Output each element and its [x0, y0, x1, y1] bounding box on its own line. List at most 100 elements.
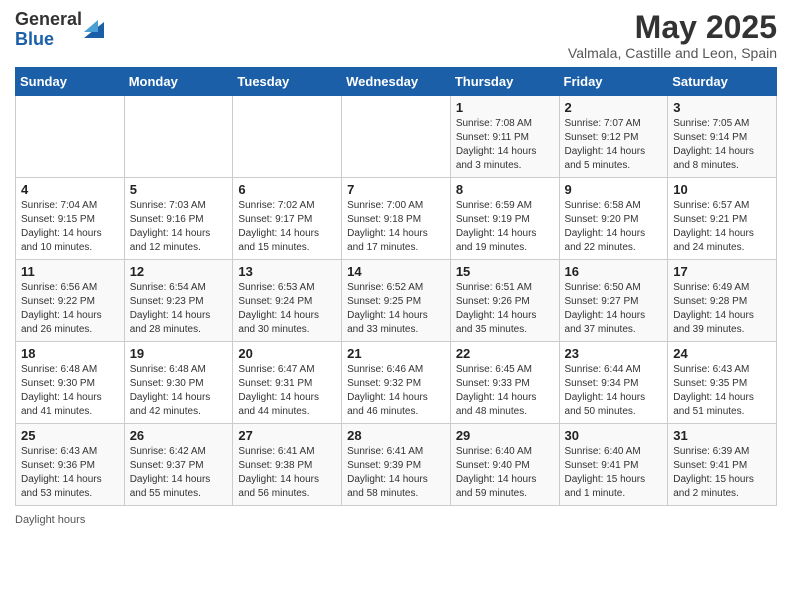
day-number: 2 [565, 100, 663, 115]
calendar-cell: 4 Sunrise: 7:04 AMSunset: 9:15 PMDaylight… [16, 178, 125, 260]
day-info: Sunrise: 6:45 AMSunset: 9:33 PMDaylight:… [456, 363, 554, 419]
calendar-cell: 21 Sunrise: 6:46 AMSunset: 9:32 PMDayligh… [342, 342, 451, 424]
day-number: 17 [673, 264, 771, 279]
day-info: Sunrise: 6:51 AMSunset: 9:26 PMDaylight:… [456, 281, 554, 337]
calendar-cell: 29 Sunrise: 6:40 AMSunset: 9:40 PMDayligh… [450, 424, 559, 506]
weekday-header-thursday: Thursday [450, 68, 559, 96]
calendar-cell: 11Sunrise: 6:56 AMSunset: 9:22 PMDayligh… [16, 260, 125, 342]
calendar-week-5: 25 Sunrise: 6:43 AMSunset: 9:36 PMDayligh… [16, 424, 777, 506]
day-info: Sunrise: 6:43 AMSunset: 9:35 PMDaylight:… [673, 363, 771, 419]
daylight-label: Daylight hours [15, 514, 85, 526]
calendar-cell: 19 Sunrise: 6:48 AMSunset: 9:30 PMDayligh… [124, 342, 233, 424]
day-info: Sunrise: 6:46 AMSunset: 9:32 PMDaylight:… [347, 363, 445, 419]
day-info: Sunrise: 6:47 AMSunset: 9:31 PMDaylight:… [238, 363, 336, 419]
day-number: 26 [130, 428, 228, 443]
day-info: Sunrise: 7:07 AMSunset: 9:12 PMDaylight:… [565, 117, 663, 173]
calendar-header-row: SundayMondayTuesdayWednesdayThursdayFrid… [16, 68, 777, 96]
calendar-cell: 17Sunrise: 6:49 AMSunset: 9:28 PMDayligh… [668, 260, 777, 342]
day-info: Sunrise: 7:02 AMSunset: 9:17 PMDaylight:… [238, 199, 336, 255]
calendar-cell: 20 Sunrise: 6:47 AMSunset: 9:31 PMDayligh… [233, 342, 342, 424]
day-number: 19 [130, 346, 228, 361]
day-number: 1 [456, 100, 554, 115]
day-number: 13 [238, 264, 336, 279]
day-number: 31 [673, 428, 771, 443]
day-number: 14 [347, 264, 445, 279]
calendar-cell: 5 Sunrise: 7:03 AMSunset: 9:16 PMDaylight… [124, 178, 233, 260]
calendar-cell: 2 Sunrise: 7:07 AMSunset: 9:12 PMDaylight… [559, 96, 668, 178]
day-number: 18 [21, 346, 119, 361]
day-number: 23 [565, 346, 663, 361]
calendar-week-2: 4 Sunrise: 7:04 AMSunset: 9:15 PMDaylight… [16, 178, 777, 260]
day-number: 8 [456, 182, 554, 197]
day-number: 10 [673, 182, 771, 197]
weekday-header-friday: Friday [559, 68, 668, 96]
calendar-cell: 22Sunrise: 6:45 AMSunset: 9:33 PMDayligh… [450, 342, 559, 424]
day-info: Sunrise: 7:03 AMSunset: 9:16 PMDaylight:… [130, 199, 228, 255]
calendar-cell: 7 Sunrise: 7:00 AMSunset: 9:18 PMDaylight… [342, 178, 451, 260]
calendar-week-4: 18 Sunrise: 6:48 AMSunset: 9:30 PMDayligh… [16, 342, 777, 424]
day-number: 24 [673, 346, 771, 361]
day-number: 4 [21, 182, 119, 197]
day-info: Sunrise: 6:48 AMSunset: 9:30 PMDaylight:… [130, 363, 228, 419]
page-header: General Blue May 2025 Valmala, Castille … [15, 10, 777, 61]
weekday-header-tuesday: Tuesday [233, 68, 342, 96]
day-info: Sunrise: 7:00 AMSunset: 9:18 PMDaylight:… [347, 199, 445, 255]
calendar-cell: 12 Sunrise: 6:54 AMSunset: 9:23 PMDayligh… [124, 260, 233, 342]
calendar-cell: 28 Sunrise: 6:41 AMSunset: 9:39 PMDayligh… [342, 424, 451, 506]
page-container: General Blue May 2025 Valmala, Castille … [0, 0, 792, 541]
location-text: Valmala, Castille and Leon, Spain [568, 45, 777, 61]
logo-icon [84, 14, 104, 38]
day-info: Sunrise: 6:40 AMSunset: 9:41 PMDaylight:… [565, 445, 663, 501]
logo-general-text: General [15, 10, 82, 30]
day-info: Sunrise: 7:05 AMSunset: 9:14 PMDaylight:… [673, 117, 771, 173]
day-number: 3 [673, 100, 771, 115]
day-info: Sunrise: 7:04 AMSunset: 9:15 PMDaylight:… [21, 199, 119, 255]
calendar-cell: 1 Sunrise: 7:08 AMSunset: 9:11 PMDaylight… [450, 96, 559, 178]
day-number: 15 [456, 264, 554, 279]
calendar-cell [16, 96, 125, 178]
title-block: May 2025 Valmala, Castille and Leon, Spa… [568, 10, 777, 61]
calendar-cell: 24 Sunrise: 6:43 AMSunset: 9:35 PMDayligh… [668, 342, 777, 424]
day-info: Sunrise: 6:48 AMSunset: 9:30 PMDaylight:… [21, 363, 119, 419]
day-info: Sunrise: 6:54 AMSunset: 9:23 PMDaylight:… [130, 281, 228, 337]
month-title: May 2025 [568, 10, 777, 45]
day-number: 28 [347, 428, 445, 443]
day-info: Sunrise: 6:59 AMSunset: 9:19 PMDaylight:… [456, 199, 554, 255]
day-info: Sunrise: 6:39 AMSunset: 9:41 PMDaylight:… [673, 445, 771, 501]
day-info: Sunrise: 7:08 AMSunset: 9:11 PMDaylight:… [456, 117, 554, 173]
day-info: Sunrise: 6:43 AMSunset: 9:36 PMDaylight:… [21, 445, 119, 501]
calendar-cell: 15 Sunrise: 6:51 AMSunset: 9:26 PMDayligh… [450, 260, 559, 342]
day-number: 25 [21, 428, 119, 443]
day-number: 6 [238, 182, 336, 197]
day-info: Sunrise: 6:41 AMSunset: 9:39 PMDaylight:… [347, 445, 445, 501]
logo-blue-text: Blue [15, 30, 82, 50]
calendar-cell: 6 Sunrise: 7:02 AMSunset: 9:17 PMDaylight… [233, 178, 342, 260]
calendar-cell [233, 96, 342, 178]
day-number: 27 [238, 428, 336, 443]
weekday-header-saturday: Saturday [668, 68, 777, 96]
logo: General Blue [15, 10, 104, 50]
day-number: 5 [130, 182, 228, 197]
calendar-table: SundayMondayTuesdayWednesdayThursdayFrid… [15, 67, 777, 506]
day-info: Sunrise: 6:44 AMSunset: 9:34 PMDaylight:… [565, 363, 663, 419]
calendar-cell: 23 Sunrise: 6:44 AMSunset: 9:34 PMDayligh… [559, 342, 668, 424]
calendar-cell: 25 Sunrise: 6:43 AMSunset: 9:36 PMDayligh… [16, 424, 125, 506]
day-info: Sunrise: 6:42 AMSunset: 9:37 PMDaylight:… [130, 445, 228, 501]
day-info: Sunrise: 6:58 AMSunset: 9:20 PMDaylight:… [565, 199, 663, 255]
day-number: 30 [565, 428, 663, 443]
calendar-footer: Daylight hours [15, 514, 777, 526]
calendar-cell: 3 Sunrise: 7:05 AMSunset: 9:14 PMDaylight… [668, 96, 777, 178]
day-info: Sunrise: 6:40 AMSunset: 9:40 PMDaylight:… [456, 445, 554, 501]
day-number: 7 [347, 182, 445, 197]
day-number: 11 [21, 264, 119, 279]
day-info: Sunrise: 6:57 AMSunset: 9:21 PMDaylight:… [673, 199, 771, 255]
day-number: 21 [347, 346, 445, 361]
day-info: Sunrise: 6:41 AMSunset: 9:38 PMDaylight:… [238, 445, 336, 501]
day-number: 12 [130, 264, 228, 279]
day-number: 20 [238, 346, 336, 361]
calendar-cell: 26 Sunrise: 6:42 AMSunset: 9:37 PMDayligh… [124, 424, 233, 506]
day-number: 29 [456, 428, 554, 443]
calendar-cell: 18 Sunrise: 6:48 AMSunset: 9:30 PMDayligh… [16, 342, 125, 424]
calendar-week-1: 1 Sunrise: 7:08 AMSunset: 9:11 PMDaylight… [16, 96, 777, 178]
calendar-cell [124, 96, 233, 178]
